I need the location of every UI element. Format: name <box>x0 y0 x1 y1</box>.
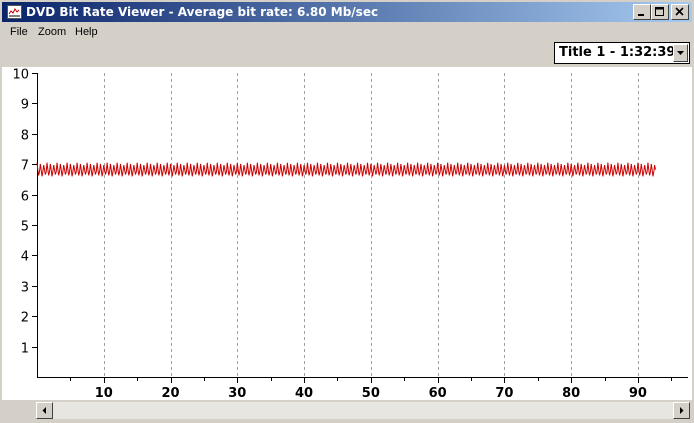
title-bar[interactable]: DVD Bit Rate Viewer - Average bit rate: … <box>2 2 692 22</box>
horizontal-scrollbar[interactable] <box>36 402 690 419</box>
x-tick-label-10: 10 <box>95 386 113 400</box>
title-select-button[interactable] <box>673 44 688 62</box>
toolbar-area: Title 1 - 1:32:39 <box>2 41 692 67</box>
minimize-icon <box>638 14 644 16</box>
y-tick-label-10: 10 <box>12 68 29 83</box>
maximize-icon <box>655 7 664 16</box>
x-tick-label-70: 70 <box>495 386 513 400</box>
y-tick-label-3: 3 <box>21 281 29 296</box>
chevron-down-icon <box>677 51 684 55</box>
scroll-left-button[interactable] <box>36 402 53 419</box>
x-tick-label-80: 80 <box>562 386 580 400</box>
y-tick-label-4: 4 <box>21 250 29 265</box>
minimize-button[interactable] <box>633 4 651 20</box>
arrow-left-icon <box>42 407 46 414</box>
menu-zoom[interactable]: Zoom <box>38 24 66 40</box>
y-tick-label-5: 5 <box>21 220 29 235</box>
arrow-right-icon <box>680 407 684 414</box>
title-select[interactable]: Title 1 - 1:32:39 <box>554 42 690 64</box>
menu-help[interactable]: Help <box>75 24 98 40</box>
x-tick-label-90: 90 <box>629 386 647 400</box>
menu-file[interactable]: File <box>10 24 28 40</box>
bitrate-chart-svg: 1 2 3 4 5 6 7 8 9 10 10 20 30 40 50 60 70 80 90 <box>12 68 688 400</box>
close-icon <box>675 7 684 16</box>
app-icon[interactable] <box>7 5 22 19</box>
y-tick-label-2: 2 <box>21 311 29 326</box>
x-tick-label-30: 30 <box>228 386 246 400</box>
close-button[interactable] <box>671 4 689 20</box>
bitrate-series-0 <box>36 162 656 177</box>
x-tick-label-50: 50 <box>362 386 380 400</box>
title-select-value: Title 1 - 1:32:39 <box>559 45 676 60</box>
app-window: DVD Bit Rate Viewer - Average bit rate: … <box>0 0 694 423</box>
y-tick-label-8: 8 <box>21 129 29 144</box>
scroll-right-button[interactable] <box>673 402 690 419</box>
y-tick-label-6: 6 <box>21 190 29 205</box>
window-title: DVD Bit Rate Viewer - Average bit rate: … <box>26 5 379 19</box>
menu-bar: File Zoom Help <box>2 22 692 41</box>
maximize-button[interactable] <box>651 4 669 20</box>
y-tick-label-7: 7 <box>21 159 29 174</box>
x-tick-label-20: 20 <box>161 386 179 400</box>
x-tick-label-60: 60 <box>429 386 447 400</box>
x-tick-label-40: 40 <box>295 386 313 400</box>
y-tick-label-1: 1 <box>21 342 29 357</box>
bitrate-chart: 1 2 3 4 5 6 7 8 9 10 10 20 30 40 50 60 70 80 90 <box>2 67 692 400</box>
y-tick-label-9: 9 <box>21 98 29 113</box>
